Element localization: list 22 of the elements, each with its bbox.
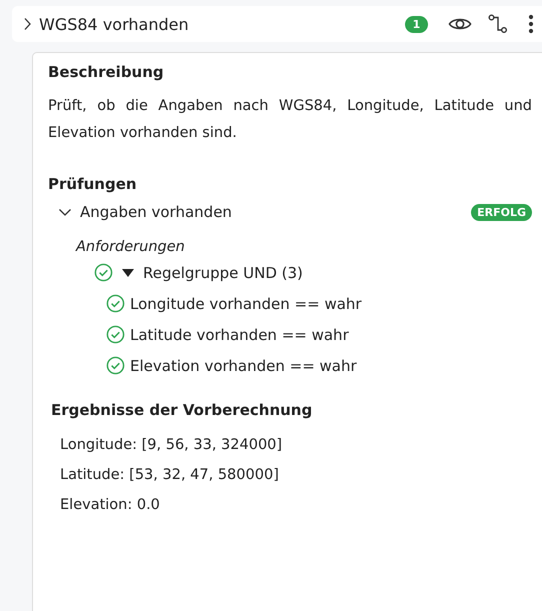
triangle-down-icon[interactable] <box>121 268 135 278</box>
result-line: Longitude: [9, 56, 33, 324000] <box>60 437 284 453</box>
description-text: Prüft, ob die Angaben nach WGS84, Longitude, Latitude und Elevation vorhanden sind. <box>48 97 532 143</box>
section-heading: Prüfungen <box>48 175 138 193</box>
count-badge: 1 <box>405 16 428 32</box>
rule-group-label: Regelgruppe UND (3) <box>143 264 303 282</box>
rule-header[interactable]: WGS84 vorhanden 1 <box>12 6 542 42</box>
more-icon[interactable] <box>528 14 534 34</box>
result-line: Latitude: [53, 32, 47, 580000] <box>60 467 280 483</box>
section-heading: Ergebnisse der Vorberechnung <box>51 401 314 419</box>
rule-label: Elevation vorhanden == wahr <box>130 356 357 374</box>
rule-label: Latitude vorhanden == wahr <box>130 326 349 344</box>
rule-title: WGS84 vorhanden <box>39 14 189 34</box>
section-heading: Beschreibung <box>48 63 165 81</box>
chevron-down-icon[interactable] <box>58 206 72 218</box>
eye-icon[interactable] <box>448 16 472 32</box>
check-title[interactable]: Angaben vorhanden <box>80 203 232 221</box>
result-line: Elevation: 0.0 <box>60 497 161 513</box>
requirements-label: Anforderungen <box>76 239 186 255</box>
connection-icon[interactable] <box>488 14 508 34</box>
status-badge: ERFOLG <box>471 204 532 220</box>
rule-label: Longitude vorhanden == wahr <box>130 294 362 312</box>
